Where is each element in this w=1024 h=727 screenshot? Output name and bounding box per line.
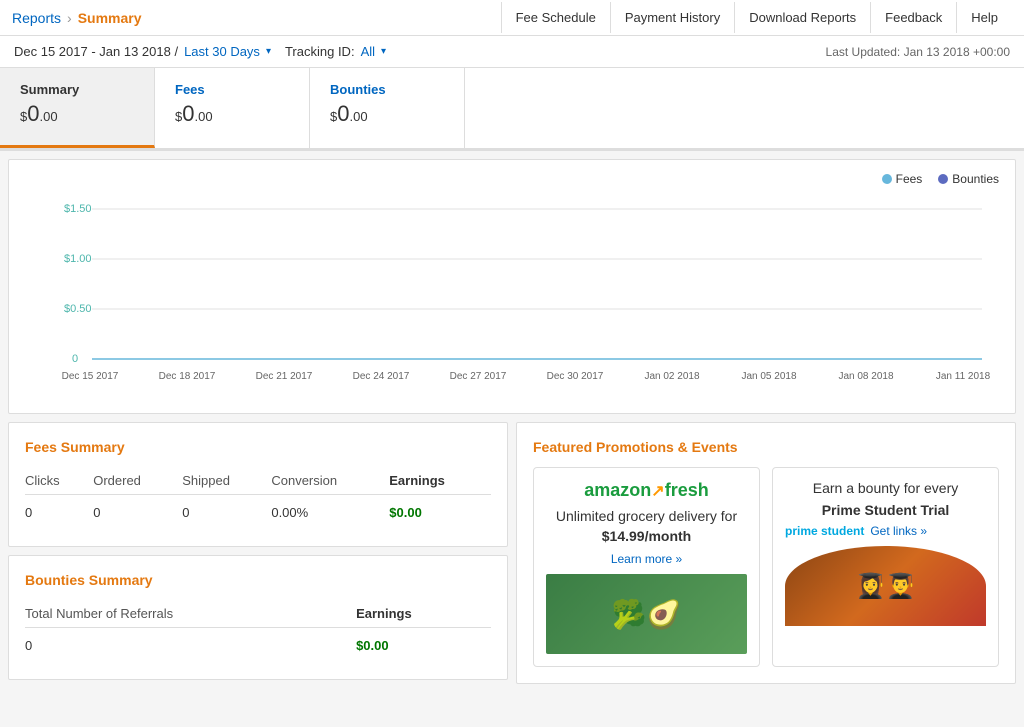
bottom-panels: Fees Summary Clicks Ordered Shipped Conv… bbox=[8, 422, 1016, 684]
chart-svg-container: $1.50 $1.00 $0.50 0 Dec 15 2017 Dec 18 2… bbox=[25, 194, 999, 397]
prime-get-links[interactable]: Get links » bbox=[870, 524, 927, 538]
promo-prime-student[interactable]: Earn a bounty for every Prime Student Tr… bbox=[772, 467, 999, 667]
svg-text:Dec 30 2017: Dec 30 2017 bbox=[547, 371, 604, 382]
nav-feedback[interactable]: Feedback bbox=[870, 2, 956, 33]
svg-text:Jan 05 2018: Jan 05 2018 bbox=[741, 371, 796, 382]
fees-legend-dot bbox=[882, 174, 892, 184]
amazonfresh-logo: amazon↗fresh bbox=[546, 480, 747, 501]
promo-prime-text1: Earn a bounty for every bbox=[785, 480, 986, 496]
date-range: Dec 15 2017 - Jan 13 2018 / bbox=[14, 44, 178, 59]
fees-val-ordered: 0 bbox=[93, 495, 182, 531]
bounties-legend-label: Bounties bbox=[952, 172, 999, 186]
summary-cards: Summary $0.00 Fees $0.00 Bounties $0.00 bbox=[0, 68, 1024, 150]
chart-legend: Fees Bounties bbox=[25, 172, 999, 186]
breadcrumb-summary: Summary bbox=[78, 10, 142, 26]
prime-earn-text: Earn a bounty for every bbox=[813, 480, 959, 496]
top-nav: Reports › Summary Fee Schedule Payment H… bbox=[0, 0, 1024, 36]
fees-col-conversion: Conversion bbox=[271, 467, 389, 495]
svg-text:$1.00: $1.00 bbox=[64, 253, 92, 265]
svg-text:Dec 18 2017: Dec 18 2017 bbox=[159, 371, 216, 382]
svg-text:Jan 08 2018: Jan 08 2018 bbox=[838, 371, 893, 382]
svg-text:Dec 27 2017: Dec 27 2017 bbox=[450, 371, 507, 382]
last-updated: Last Updated: Jan 13 2018 +00:00 bbox=[826, 45, 1010, 59]
fees-legend-label: Fees bbox=[896, 172, 923, 186]
summary-section: Summary $0.00 Fees $0.00 Bounties $0.00 bbox=[0, 68, 1024, 151]
card-bounties-title[interactable]: Bounties bbox=[330, 82, 444, 97]
card-bounties[interactable]: Bounties $0.00 bbox=[310, 68, 465, 148]
card-summary-value: $0.00 bbox=[20, 101, 134, 127]
breadcrumb-reports[interactable]: Reports bbox=[12, 10, 61, 26]
svg-text:Dec 21 2017: Dec 21 2017 bbox=[256, 371, 313, 382]
fees-val-conversion: 0.00% bbox=[271, 495, 389, 531]
date-last30-dropdown[interactable]: Last 30 Days bbox=[184, 44, 260, 59]
bounties-val-referrals: 0 bbox=[25, 628, 356, 664]
card-fees-title[interactable]: Fees bbox=[175, 82, 289, 97]
fees-row: 0 0 0 0.00% $0.00 bbox=[25, 495, 491, 531]
promo-amazonfresh[interactable]: amazon↗fresh Unlimited grocery delivery … bbox=[533, 467, 760, 667]
legend-bounties: Bounties bbox=[938, 172, 999, 186]
prime-student-logo: prime student bbox=[785, 524, 864, 538]
bounties-col-referrals: Total Number of Referrals bbox=[25, 600, 356, 628]
bounties-summary-panel: Bounties Summary Total Number of Referra… bbox=[8, 555, 508, 680]
svg-text:Jan 11 2018: Jan 11 2018 bbox=[936, 371, 991, 382]
promo-grid: amazon↗fresh Unlimited grocery delivery … bbox=[533, 467, 999, 667]
nav-fee-schedule[interactable]: Fee Schedule bbox=[501, 2, 610, 33]
svg-text:0: 0 bbox=[72, 353, 78, 365]
breadcrumb: Reports › Summary bbox=[12, 10, 142, 26]
fees-col-earnings: Earnings bbox=[389, 467, 491, 495]
nav-download-reports[interactable]: Download Reports bbox=[734, 2, 870, 33]
svg-text:Dec 15 2017: Dec 15 2017 bbox=[62, 371, 119, 382]
fees-val-clicks: 0 bbox=[25, 495, 93, 531]
svg-text:Jan 02 2018: Jan 02 2018 bbox=[644, 371, 699, 382]
nav-links: Fee Schedule Payment History Download Re… bbox=[501, 2, 1012, 33]
svg-text:Dec 24 2017: Dec 24 2017 bbox=[353, 371, 410, 382]
svg-text:$0.50: $0.50 bbox=[64, 303, 92, 315]
card-summary-title: Summary bbox=[20, 82, 134, 97]
bounties-summary-title: Bounties Summary bbox=[25, 572, 491, 588]
prime-student-text: Prime Student Trial bbox=[822, 502, 950, 518]
bounties-row: 0 $0.00 bbox=[25, 628, 491, 664]
tracking-all-dropdown[interactable]: All bbox=[361, 44, 375, 59]
bounties-table: Total Number of Referrals Earnings 0 $0.… bbox=[25, 600, 491, 663]
svg-text:$1.50: $1.50 bbox=[64, 203, 92, 215]
promo-amazonfresh-link[interactable]: Learn more » bbox=[546, 552, 747, 566]
date-bar: Dec 15 2017 - Jan 13 2018 / Last 30 Days… bbox=[0, 36, 1024, 68]
fees-val-shipped: 0 bbox=[182, 495, 271, 531]
card-fees[interactable]: Fees $0.00 bbox=[155, 68, 310, 148]
bounties-col-earnings: Earnings bbox=[356, 600, 491, 628]
promo-amazonfresh-image: 🥦🥑 bbox=[546, 574, 747, 654]
tracking-label: Tracking ID: bbox=[285, 44, 355, 59]
legend-fees: Fees bbox=[882, 172, 923, 186]
nav-payment-history[interactable]: Payment History bbox=[610, 2, 734, 33]
card-summary[interactable]: Summary $0.00 bbox=[0, 68, 155, 148]
right-panel: Featured Promotions & Events amazon↗fres… bbox=[516, 422, 1016, 684]
breadcrumb-arrow: › bbox=[67, 10, 72, 26]
card-bounties-value: $0.00 bbox=[330, 101, 444, 127]
fees-summary-title: Fees Summary bbox=[25, 439, 491, 455]
promo-prime-text2: Prime Student Trial bbox=[785, 502, 986, 518]
featured-panel: Featured Promotions & Events amazon↗fres… bbox=[516, 422, 1016, 684]
fees-col-shipped: Shipped bbox=[182, 467, 271, 495]
bounties-val-earnings: $0.00 bbox=[356, 628, 491, 664]
date-left: Dec 15 2017 - Jan 13 2018 / Last 30 Days… bbox=[14, 44, 386, 59]
card-fees-value: $0.00 bbox=[175, 101, 289, 127]
fees-col-clicks: Clicks bbox=[25, 467, 93, 495]
prime-logo-area: prime student Get links » bbox=[785, 524, 986, 538]
promo-amazonfresh-text: Unlimited grocery delivery for $14.99/mo… bbox=[546, 507, 747, 546]
left-panel: Fees Summary Clicks Ordered Shipped Conv… bbox=[8, 422, 508, 684]
fees-col-ordered: Ordered bbox=[93, 467, 182, 495]
bounties-legend-dot bbox=[938, 174, 948, 184]
fees-summary-panel: Fees Summary Clicks Ordered Shipped Conv… bbox=[8, 422, 508, 547]
promo-prime-image: 👩‍🎓👨‍🎓 bbox=[785, 546, 986, 626]
chart-area: Fees Bounties $1.50 $1.00 $0.50 0 bbox=[8, 159, 1016, 414]
chart-svg: $1.50 $1.00 $0.50 0 Dec 15 2017 Dec 18 2… bbox=[25, 194, 999, 394]
date-dropdown-arrow[interactable]: ▾ bbox=[266, 46, 271, 57]
fees-val-earnings: $0.00 bbox=[389, 495, 491, 531]
nav-help[interactable]: Help bbox=[956, 2, 1012, 33]
tracking-dropdown-arrow[interactable]: ▾ bbox=[381, 46, 386, 57]
featured-title: Featured Promotions & Events bbox=[533, 439, 999, 455]
main-content: Fees Bounties $1.50 $1.00 $0.50 0 bbox=[0, 159, 1024, 684]
fees-table: Clicks Ordered Shipped Conversion Earnin… bbox=[25, 467, 491, 530]
